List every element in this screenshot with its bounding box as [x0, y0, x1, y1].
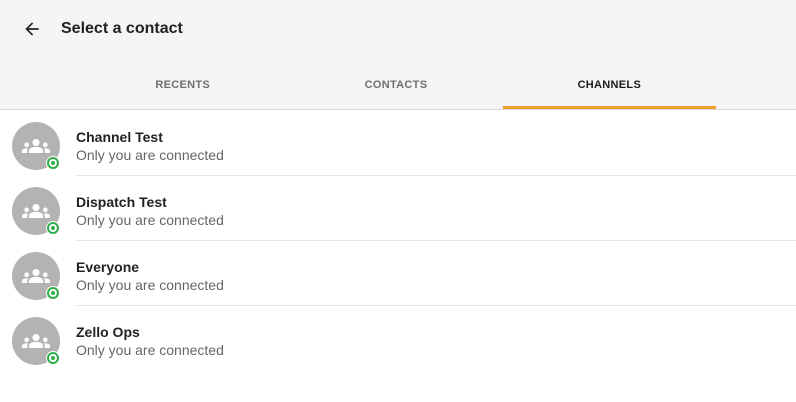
channel-row[interactable]: Zello Ops Only you are connected [0, 306, 796, 371]
channel-status: Only you are connected [76, 342, 224, 358]
channel-row[interactable]: Channel Test Only you are connected [0, 111, 796, 176]
tab-recents[interactable]: RECENTS [76, 60, 289, 110]
tab-bar: RECENTS CONTACTS CHANNELS [76, 60, 716, 110]
tab-label: CONTACTS [364, 79, 428, 91]
channel-name: Channel Test [76, 129, 163, 145]
group-icon [22, 269, 50, 283]
arrow-back-icon [25, 22, 39, 36]
group-icon [22, 204, 50, 218]
channel-name: Zello Ops [76, 324, 140, 340]
channel-name: Dispatch Test [76, 194, 167, 210]
channel-row[interactable]: Everyone Only you are connected [0, 241, 796, 306]
group-icon [22, 334, 50, 348]
channel-row[interactable]: Dispatch Test Only you are connected [0, 176, 796, 241]
tab-contacts[interactable]: CONTACTS [289, 60, 502, 110]
channel-name: Everyone [76, 259, 140, 275]
group-icon [22, 139, 50, 153]
tab-label: CHANNELS [577, 79, 642, 91]
tab-label: RECENTS [155, 79, 210, 91]
app-bar: Select a contact RECENTS CONTACTS CHANNE… [0, 0, 796, 110]
back-button[interactable] [12, 9, 52, 49]
page-title: Select a contact [61, 20, 183, 37]
active-tab-indicator [502, 106, 716, 109]
online-status-icon [46, 286, 60, 300]
tab-channels[interactable]: CHANNELS [502, 60, 716, 110]
channel-status: Only you are connected [76, 212, 224, 228]
channel-list: Channel Test Only you are connected Disp… [0, 111, 796, 371]
channel-status: Only you are connected [76, 147, 224, 163]
online-status-icon [46, 156, 60, 170]
online-status-icon [46, 221, 60, 235]
channel-status: Only you are connected [76, 277, 224, 293]
online-status-icon [46, 351, 60, 365]
